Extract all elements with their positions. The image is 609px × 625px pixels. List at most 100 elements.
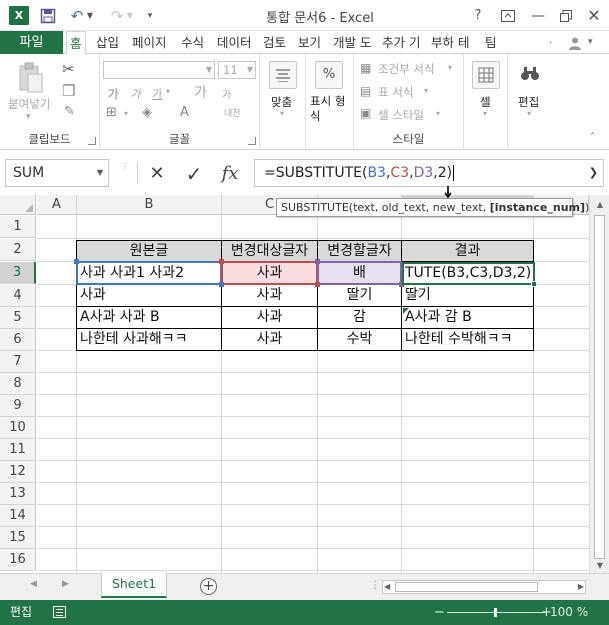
name-box-dropdown-icon[interactable]: ▼ <box>97 160 103 186</box>
table-header-cell[interactable]: 변경대상글자 <box>222 241 317 263</box>
alignment-dropdown-icon[interactable]: ▾ <box>280 109 284 118</box>
scroll-down-icon[interactable]: ▼ <box>590 561 609 570</box>
tab-team[interactable]: 팀 <box>485 31 497 54</box>
row-header[interactable]: 15 <box>0 527 36 549</box>
bold-button[interactable]: 가 <box>108 86 119 102</box>
tab-addins[interactable]: 추가 기 <box>382 31 420 54</box>
row-header[interactable]: 3 <box>0 262 36 284</box>
enter-icon[interactable]: ✓ <box>180 160 208 188</box>
tab-home[interactable]: 홈 <box>66 31 86 55</box>
row-header[interactable]: 12 <box>0 461 36 483</box>
redo-icon[interactable]: ↷ <box>107 5 127 27</box>
table-header-cell[interactable]: 결과 <box>402 241 533 263</box>
undo-dropdown-icon[interactable]: ▼ <box>85 5 95 27</box>
scroll-up-icon[interactable]: ▲ <box>590 200 609 209</box>
borders-icon[interactable]: ⊞ <box>106 105 117 120</box>
tooltip-current-arg[interactable]: [instance_num] <box>490 201 585 214</box>
underline-button[interactable]: 가 <box>152 86 163 102</box>
cell-styles-dropdown-icon[interactable]: ▾ <box>436 109 440 118</box>
cell-styles-icon[interactable]: ▣ <box>360 106 371 120</box>
font-name-dropdown-icon[interactable]: ▼ <box>206 62 212 78</box>
prev-sheet-icon[interactable]: ◀ <box>30 579 37 589</box>
row-header[interactable]: 13 <box>0 483 36 505</box>
row-header[interactable]: 11 <box>0 439 36 461</box>
cancel-icon[interactable]: ✕ <box>143 160 171 188</box>
cut-icon[interactable]: ✂ <box>62 60 75 78</box>
table-cell[interactable]: 나한테 수박해ㅋㅋ <box>402 329 533 351</box>
fill-color-icon[interactable]: ◈ <box>142 105 152 120</box>
italic-button[interactable]: 가 <box>130 86 141 102</box>
font-color-icon[interactable]: A <box>180 105 189 120</box>
error-indicator-icon[interactable] <box>403 308 409 314</box>
row-header[interactable]: 6 <box>0 329 36 351</box>
cell-styles-button[interactable]: 셀 스타일 <box>378 107 424 123</box>
table-cell[interactable]: A사과 감 B <box>402 307 533 329</box>
number-format-button[interactable]: 표시 형식 <box>310 94 354 124</box>
worksheet-grid[interactable]: A B C D E 1 2 3 4 5 6 7 8 9 10 11 12 13 … <box>0 195 609 573</box>
tab-split-handle-icon[interactable]: ⋮ <box>370 580 380 591</box>
collapse-ribbon-icon[interactable]: ˄ <box>590 132 595 143</box>
conditional-formatting-button[interactable]: 조건부 서식 <box>378 61 435 77</box>
borders-dropdown-icon[interactable]: ▾ <box>124 109 128 118</box>
row-header[interactable]: 14 <box>0 505 36 527</box>
table-cell[interactable]: 딸기 <box>402 285 533 307</box>
undo-icon[interactable]: ↶ <box>67 5 87 27</box>
vertical-scroll-thumb[interactable] <box>594 215 605 559</box>
column-header-a[interactable]: A <box>37 195 77 215</box>
table-cell[interactable]: A사과 사과 B <box>77 307 221 329</box>
format-as-table-dropdown-icon[interactable]: ▾ <box>424 86 428 95</box>
editing-button[interactable]: 편집 <box>518 94 539 110</box>
zoom-out-icon[interactable]: − <box>434 600 445 625</box>
insert-function-icon[interactable]: fx <box>216 160 244 188</box>
table-cell[interactable]: 사과 <box>222 307 317 329</box>
zoom-level[interactable]: 100 % <box>550 600 588 625</box>
alignment-icon[interactable] <box>269 61 297 89</box>
cells-dropdown-icon[interactable]: ▾ <box>483 109 487 118</box>
tab-developer[interactable]: 개발 도 <box>333 31 371 54</box>
font-name-box[interactable]: ▼ <box>103 61 215 79</box>
format-painter-icon[interactable]: ✎ <box>64 104 75 119</box>
function-tooltip[interactable]: SUBSTITUTE(text, old_text, new_text, [in… <box>276 198 589 217</box>
grow-font-button[interactable]: 가 <box>194 82 207 102</box>
tab-view[interactable]: 보기 <box>298 31 321 54</box>
table-cell[interactable]: 사과 <box>77 285 221 307</box>
zoom-slider-knob[interactable] <box>494 608 497 617</box>
row-header[interactable]: 4 <box>0 285 36 307</box>
row-header[interactable]: 2 <box>0 239 36 261</box>
account-icon[interactable] <box>568 31 582 54</box>
underline-dropdown-icon[interactable]: ▾ <box>166 87 170 96</box>
account-dropdown-icon[interactable]: ▾ <box>588 31 593 54</box>
cells-button[interactable]: 셀 <box>480 94 491 110</box>
copy-icon[interactable]: ❐ <box>62 82 75 100</box>
save-icon[interactable] <box>38 5 58 27</box>
minimize-icon[interactable]: — <box>527 5 549 27</box>
font-launcher-icon[interactable] <box>248 137 256 145</box>
horizontal-scrollbar[interactable]: ◀ ▶ <box>382 580 586 594</box>
font-size-box[interactable]: 11 ▼ <box>218 61 256 79</box>
format-as-table-button[interactable]: 표 서식 <box>378 84 413 100</box>
find-icon[interactable] <box>516 61 544 89</box>
shrink-font-button[interactable]: 가 <box>222 86 231 101</box>
tab-data[interactable]: 데이터 <box>217 31 252 54</box>
row-header[interactable]: 7 <box>0 351 36 373</box>
table-header-cell[interactable]: 변경할글자 <box>318 241 401 263</box>
tab-formulas[interactable]: 수식 <box>181 31 204 54</box>
help-icon[interactable]: ? <box>467 5 489 27</box>
cells-icon[interactable] <box>472 61 500 89</box>
next-sheet-icon[interactable]: ▶ <box>62 579 69 589</box>
name-box[interactable]: SUM ▼ <box>5 159 109 187</box>
fill-handle[interactable] <box>531 281 537 287</box>
font-size-dropdown-icon[interactable]: ▼ <box>247 62 253 78</box>
table-cell[interactable]: 감 <box>318 307 401 329</box>
column-header-b[interactable]: B <box>77 195 222 215</box>
percent-icon[interactable]: % <box>315 61 343 89</box>
tab-insert[interactable]: 삽입 <box>96 31 119 54</box>
tab-page-layout[interactable]: 페이지 <box>132 31 167 54</box>
paste-button[interactable]: 붙여넣기 <box>8 96 50 112</box>
scroll-left-icon[interactable]: ◀ <box>384 581 390 593</box>
sheet-tab-sheet1[interactable]: Sheet1 <box>101 573 167 598</box>
tab-review[interactable]: 검토 <box>263 31 286 54</box>
row-header[interactable]: 9 <box>0 395 36 417</box>
table-cell[interactable]: 사과 <box>222 285 317 307</box>
close-icon[interactable]: ✕ <box>583 5 605 27</box>
